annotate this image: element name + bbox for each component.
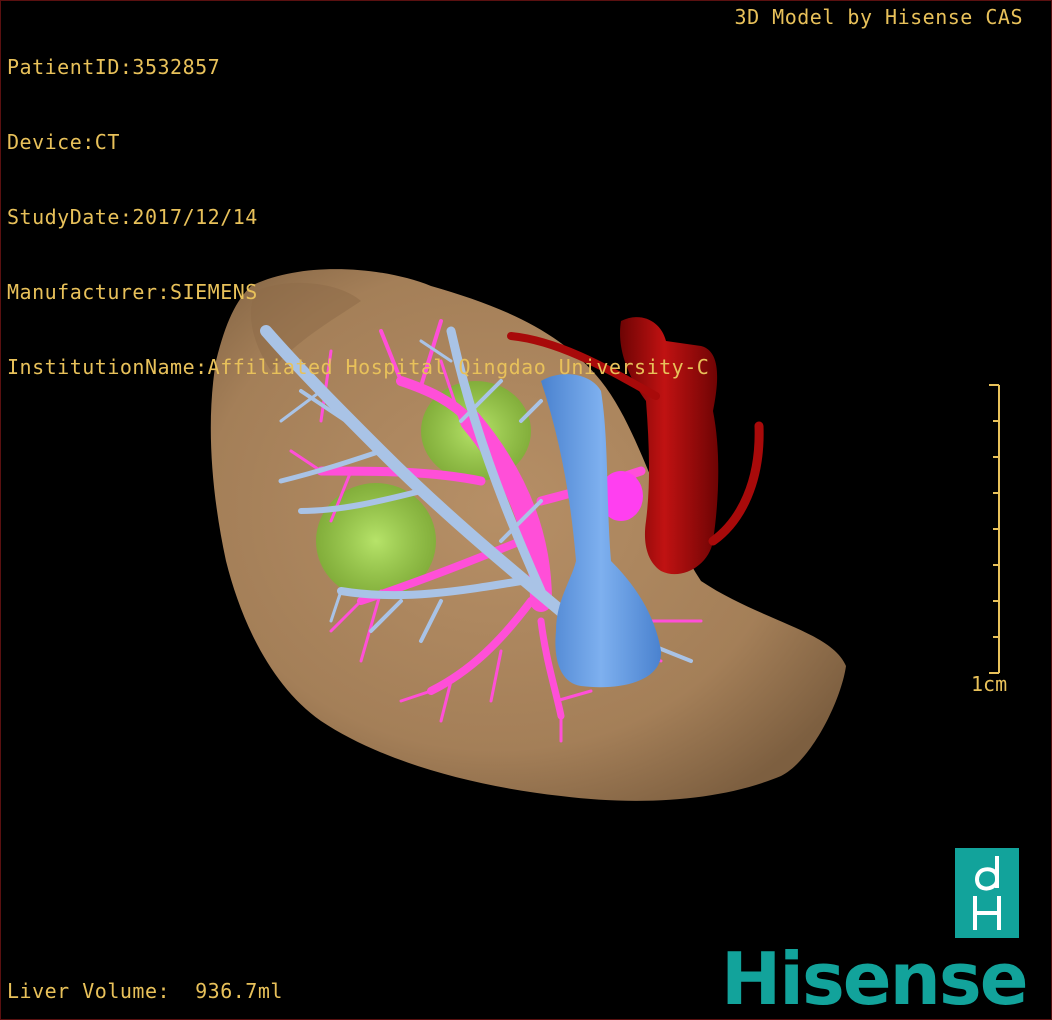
- dicom-info: PatientID:3532857 Device:CT StudyDate:20…: [7, 5, 709, 430]
- hisense-dh-logo-icon: [955, 848, 1019, 938]
- hisense-brand-logo: Hisense: [721, 937, 1029, 1020]
- liver-volume-label: Liver Volume: 936.7ml: [7, 979, 283, 1003]
- manufacturer-label: Manufacturer:SIEMENS: [7, 280, 258, 304]
- scale-label: 1cm: [971, 672, 1008, 696]
- model-credit: 3D Model by Hisense CAS: [734, 5, 1023, 29]
- artery-tail: [708, 421, 764, 546]
- institution-label: InstitutionName:Affiliated Hospital Qing…: [7, 355, 710, 379]
- device-label: Device:CT: [7, 130, 120, 154]
- scale-bar: [989, 384, 1000, 674]
- study-date-label: StudyDate:2017/12/14: [7, 205, 258, 229]
- 3d-viewport[interactable]: PatientID:3532857 Device:CT StudyDate:20…: [0, 0, 1052, 1020]
- patient-id-label: PatientID:3532857: [7, 55, 221, 79]
